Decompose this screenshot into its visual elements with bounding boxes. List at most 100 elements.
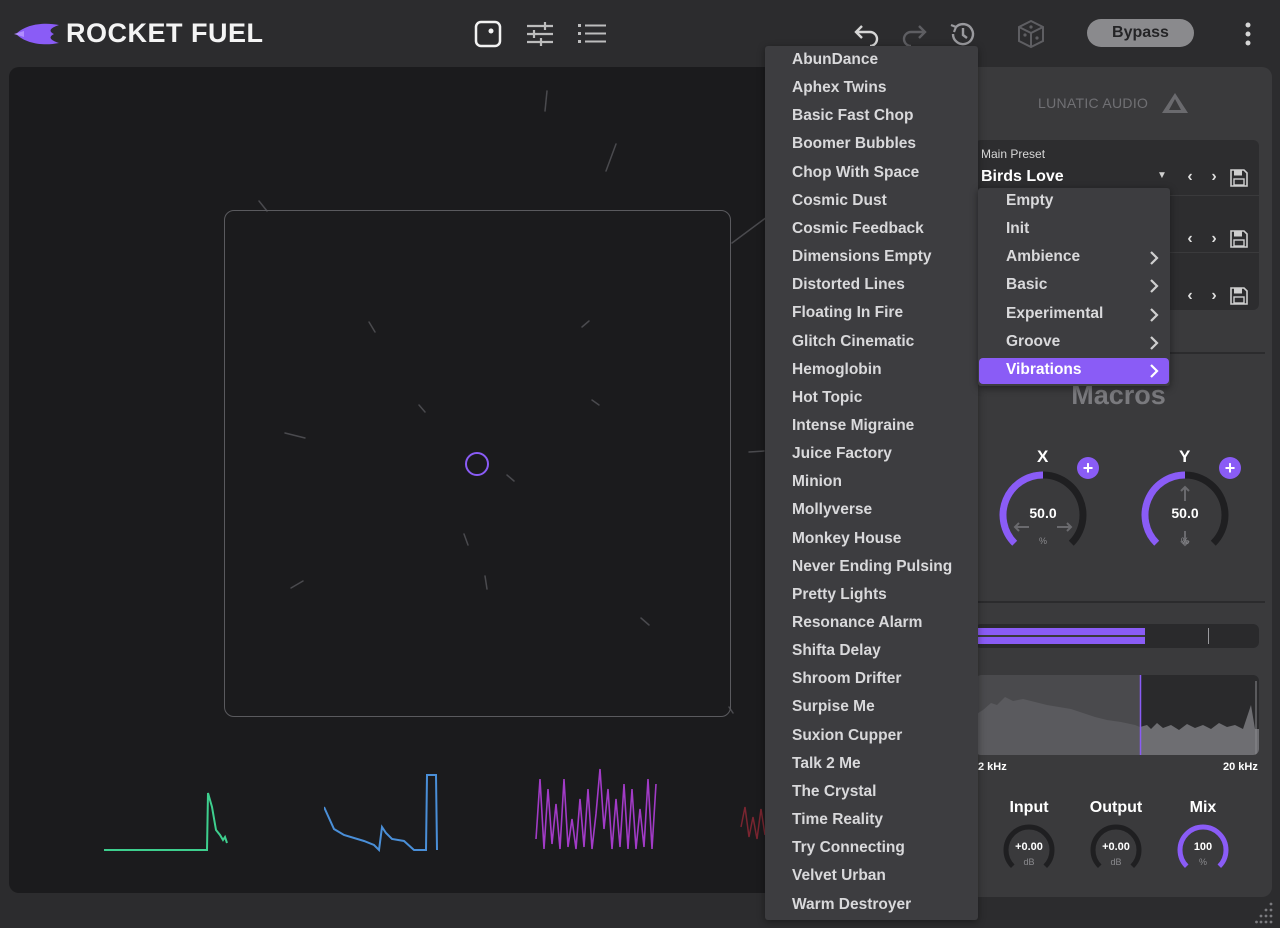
lfo-shape-purple — [535, 768, 657, 850]
mix-knob[interactable]: 100 % — [1176, 823, 1230, 877]
preset-list-item[interactable]: Chop With Space — [792, 164, 919, 188]
macro-y-knob[interactable]: 50.0 % — [1139, 469, 1231, 561]
chevron-down-icon[interactable]: ▼ — [1157, 170, 1167, 181]
preset-list-item[interactable]: Distorted Lines — [792, 276, 905, 300]
preset-list-item[interactable]: Pretty Lights — [792, 586, 887, 610]
spectrum-analyzer[interactable] — [975, 675, 1259, 755]
lunatic-audio-logo-icon — [1162, 93, 1189, 113]
preset-list-item[interactable]: Try Connecting — [792, 839, 905, 863]
save-preset-icon[interactable] — [1230, 230, 1248, 248]
preset-list-item[interactable]: Suxion Cupper — [792, 727, 902, 751]
preset-list-item[interactable]: Time Reality — [792, 811, 883, 835]
sliders-view-icon[interactable] — [524, 18, 556, 50]
preset-list-item[interactable]: Basic Fast Chop — [792, 107, 913, 131]
output-label: Output — [1089, 799, 1143, 816]
prev-preset-icon[interactable]: ‹ — [1181, 230, 1199, 248]
category-item-vibrations[interactable]: Vibrations — [979, 357, 1169, 384]
preset-category-menu[interactable]: Empty Init Ambience Basic Experimental Groove… — [978, 188, 1170, 386]
category-item-label: Vibrations — [1006, 360, 1082, 378]
category-item-ambience[interactable]: Ambience — [979, 245, 1169, 271]
top-bar: ROCKET FUEL Bypass — [0, 0, 1280, 66]
next-preset-icon[interactable]: › — [1205, 287, 1223, 305]
preset-list-item[interactable]: Juice Factory — [792, 445, 892, 469]
preset-list-item[interactable]: Hemoglobin — [792, 361, 882, 385]
preset-list-item[interactable]: Warm Destroyer — [792, 896, 911, 920]
meter-peak-marker — [1208, 628, 1209, 644]
xy-pad-view-icon[interactable] — [472, 18, 504, 50]
preset-list-item[interactable]: Cosmic Dust — [792, 192, 887, 216]
list-view-icon[interactable] — [576, 18, 608, 50]
preset-list-item[interactable]: Dimensions Empty — [792, 248, 932, 272]
preset-list-item[interactable]: Boomer Bubbles — [792, 135, 916, 159]
macro-x-unit: % — [1038, 536, 1047, 546]
macro-x-value: 50.0 — [1029, 505, 1057, 521]
output-level-meter — [975, 624, 1259, 648]
category-item-basic[interactable]: Basic — [979, 273, 1169, 299]
macro-y-label: Y — [1179, 447, 1191, 466]
rocket-icon — [14, 23, 59, 44]
spectrum-high-freq-label: 20 kHz — [1223, 761, 1258, 773]
input-gain-knob[interactable]: +0.00 dB — [1002, 823, 1056, 877]
more-vertical-icon[interactable] — [1232, 18, 1264, 50]
save-preset-icon[interactable] — [1230, 169, 1248, 187]
preset-list-dropdown[interactable]: AbunDance Aphex Twins Basic Fast Chop Boome… — [765, 46, 978, 920]
chevron-right-icon — [1150, 279, 1159, 294]
prev-preset-icon[interactable]: ‹ — [1181, 287, 1199, 305]
preset-list-item[interactable]: Surpise Me — [792, 698, 875, 722]
macro-x-knob[interactable]: 50.0 % — [997, 469, 1089, 561]
next-preset-icon[interactable]: › — [1205, 230, 1223, 248]
chevron-right-icon — [1150, 335, 1159, 350]
output-gain-knob[interactable]: +0.00 dB — [1089, 823, 1143, 877]
preset-list-item[interactable]: Shifta Delay — [792, 642, 881, 666]
preset-list-item[interactable]: Aphex Twins — [792, 79, 886, 103]
main-preset-value[interactable]: Birds Love — [981, 168, 1064, 186]
input-unit: dB — [1023, 857, 1035, 867]
category-item-label: Experimental — [1006, 304, 1104, 322]
category-item-init[interactable]: Init — [979, 217, 1169, 243]
bypass-button[interactable]: Bypass — [1087, 19, 1194, 47]
spectrum-graph — [975, 675, 1259, 755]
lfo-shape-blue — [324, 774, 438, 853]
preset-list-item[interactable]: Mollyverse — [792, 501, 872, 525]
macro-x-label: X — [1037, 447, 1049, 466]
xy-pad-handle[interactable] — [465, 452, 489, 476]
chevron-right-icon — [1150, 364, 1159, 378]
preset-list-item[interactable]: Intense Migraine — [792, 417, 914, 441]
main-preset-caption: Main Preset — [981, 147, 1046, 161]
preset-list-item[interactable]: Velvet Urban — [792, 867, 886, 891]
mix-label: Mix — [1189, 799, 1217, 816]
preset-list-item[interactable]: Shroom Drifter — [792, 670, 901, 694]
brand-logo: LUNATIC AUDIO — [1038, 93, 1189, 113]
save-preset-icon[interactable] — [1230, 287, 1248, 305]
preset-list-item[interactable]: Monkey House — [792, 530, 901, 554]
preset-list-item[interactable]: Never Ending Pulsing — [792, 558, 952, 582]
xy-visualizer[interactable] — [9, 67, 809, 893]
prev-preset-icon[interactable]: ‹ — [1181, 168, 1199, 186]
preset-list-item[interactable]: Cosmic Feedback — [792, 220, 924, 244]
lfo-shape-green — [104, 792, 228, 851]
category-item-label: Ambience — [1006, 248, 1081, 266]
randomize-cube-icon[interactable] — [1015, 18, 1047, 50]
category-item-empty[interactable]: Empty — [979, 189, 1169, 215]
resize-grip-icon[interactable] — [1255, 900, 1275, 924]
preset-list-item[interactable]: The Crystal — [792, 783, 876, 807]
output-value: +0.00 — [1102, 841, 1130, 853]
preset-list-item[interactable]: Glitch Cinematic — [792, 333, 914, 357]
app-title: ROCKET FUEL — [66, 18, 264, 48]
preset-list-item[interactable]: Resonance Alarm — [792, 614, 922, 638]
input-value: +0.00 — [1015, 841, 1043, 853]
preset-list-item[interactable]: Talk 2 Me — [792, 755, 861, 779]
preset-list-item[interactable]: Hot Topic — [792, 389, 862, 413]
category-item-label: Basic — [1006, 276, 1048, 294]
next-preset-icon[interactable]: › — [1205, 168, 1223, 186]
preset-list-item[interactable]: Floating In Fire — [792, 304, 903, 328]
category-item-experimental[interactable]: Experimental — [979, 302, 1169, 328]
app-logo: ROCKET FUEL — [14, 18, 264, 49]
preset-list-item[interactable]: AbunDance — [792, 51, 878, 75]
mix-unit: % — [1198, 857, 1207, 867]
chevron-right-icon — [1150, 251, 1159, 266]
macro-y-value: 50.0 — [1171, 505, 1199, 521]
chevron-right-icon — [1150, 307, 1159, 322]
preset-list-item[interactable]: Minion — [792, 473, 842, 497]
category-item-groove[interactable]: Groove — [979, 330, 1169, 356]
